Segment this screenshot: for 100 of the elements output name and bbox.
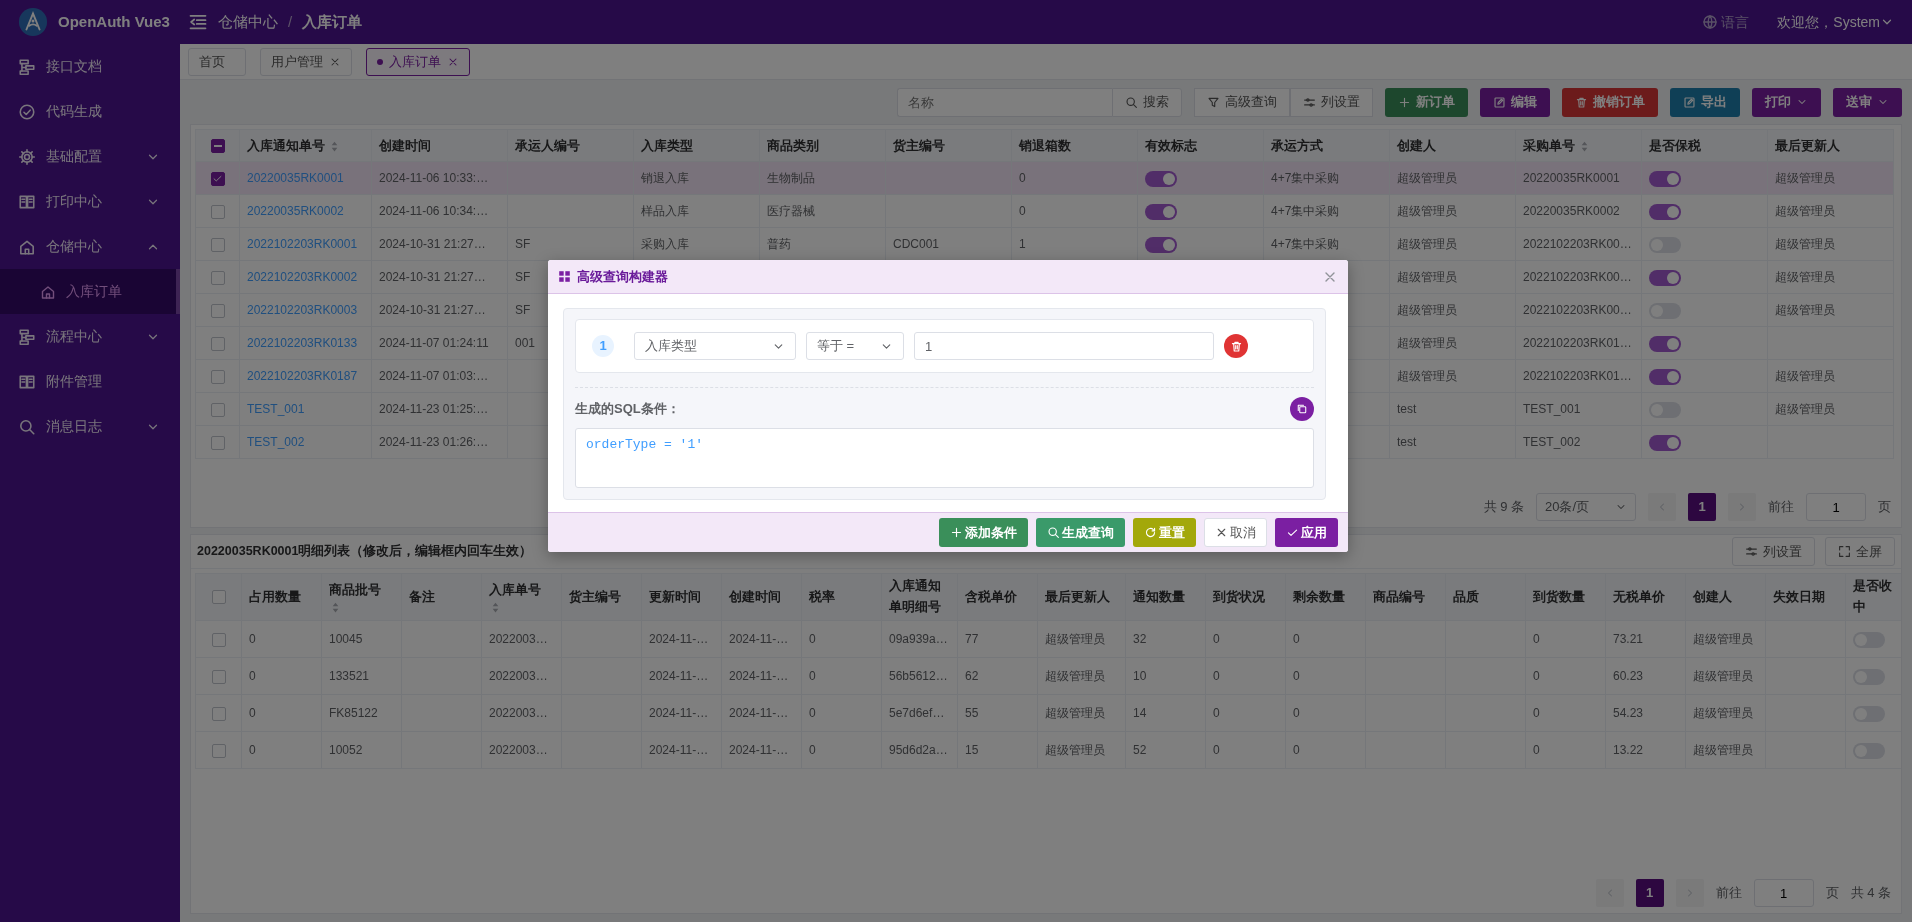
plus-icon (950, 526, 963, 539)
column-header: 是否收中 (1853, 578, 1892, 614)
toggle-switch[interactable] (1145, 203, 1177, 220)
menu-fold-button[interactable] (188, 12, 208, 32)
table-cell: 0 (1293, 632, 1300, 646)
table-cell: 4+7集中采购 (1271, 204, 1340, 218)
toggle-switch[interactable] (1649, 434, 1681, 451)
toggle-switch[interactable] (1145, 170, 1177, 187)
column-header: 剩余数量 (1293, 588, 1345, 604)
add-condition-button[interactable]: 添加条件 (939, 518, 1028, 547)
column-settings-button[interactable]: 列设置 (1290, 87, 1373, 117)
breadcrumb-item[interactable]: 仓储中心 (218, 10, 278, 34)
checkbox[interactable] (210, 435, 225, 450)
sidebar-item[interactable]: 消息日志 (0, 404, 180, 449)
edit-button[interactable]: 编辑 (1480, 87, 1550, 117)
tab[interactable]: 首页 (188, 47, 246, 76)
apply-button[interactable]: 应用 (1275, 518, 1338, 547)
checkbox[interactable] (210, 402, 225, 417)
table-cell: 32 (1133, 632, 1147, 646)
table-cell: 2022102203RK00… (1523, 270, 1632, 284)
cancel-button[interactable]: 取消 (1204, 518, 1267, 547)
sidebar-item[interactable]: 仓储中心 (0, 224, 180, 269)
sidebar-item[interactable]: 附件管理 (0, 359, 180, 404)
sidebar-item[interactable]: 代码生成 (0, 89, 180, 134)
table-cell: 09a939a… (889, 632, 948, 646)
checkbox[interactable] (210, 336, 225, 351)
checkbox[interactable] (210, 237, 225, 252)
order-link[interactable]: TEST_002 (247, 435, 305, 449)
field-dropdown[interactable]: 入库类型 (634, 332, 796, 360)
table-cell: 超级管理员 (1397, 303, 1457, 317)
goto-label: 前往 (1715, 884, 1742, 903)
sidebar-item[interactable]: 入库订单 (0, 269, 180, 314)
toggle-switch[interactable] (1649, 170, 1681, 187)
checkbox[interactable] (211, 706, 226, 721)
checkbox[interactable] (211, 669, 226, 684)
value-field[interactable]: 1 (914, 332, 1214, 360)
page-input[interactable]: 1 (1806, 493, 1866, 521)
toggle-switch[interactable] (1649, 368, 1681, 385)
sidebar-item[interactable]: 打印中心 (0, 179, 180, 224)
sidebar-item[interactable]: 接口文档 (0, 44, 180, 89)
table-cell: 0 (249, 706, 256, 720)
sidebar-item[interactable]: 基础配置 (0, 134, 180, 179)
tab[interactable]: 入库订单 (366, 47, 470, 76)
toggle-switch[interactable] (1145, 236, 1177, 253)
page-size-select[interactable]: 20条/页 (1536, 493, 1636, 521)
column-header: 商品类别 (767, 137, 819, 153)
table-cell: 56b5612… (889, 669, 948, 683)
toggle-switch[interactable] (1649, 203, 1681, 220)
operator-dropdown[interactable]: 等于 = (806, 332, 904, 360)
copy-button[interactable] (1290, 397, 1314, 421)
advanced-query-button[interactable]: 高级查询 (1194, 87, 1290, 117)
table-cell: 0 (1533, 632, 1540, 646)
table-cell: 2022102203RK00… (1523, 303, 1632, 317)
column-header: 创建时间 (379, 137, 431, 153)
sql-field[interactable]: orderType = '1' (575, 428, 1314, 488)
page-button[interactable]: 1 (1635, 879, 1664, 907)
table-cell: 0 (1293, 669, 1300, 683)
order-link[interactable]: TEST_001 (247, 402, 305, 416)
checkbox[interactable] (211, 743, 226, 758)
dropdown-button[interactable]: 打印 (1752, 87, 1821, 117)
checkbox[interactable] (210, 303, 225, 318)
table-cell: 10 (1133, 669, 1147, 683)
toggle-switch[interactable] (1649, 335, 1681, 352)
table-cell: TEST_002 (1523, 435, 1581, 449)
sidebar-item[interactable]: 流程中心 (0, 314, 180, 359)
table-cell: 001 (515, 336, 536, 350)
export-button[interactable]: 导出 (1670, 87, 1740, 117)
toggle-switch[interactable] (1649, 269, 1681, 286)
checkbox[interactable] (210, 369, 225, 384)
column-header: 创建人 (1693, 588, 1732, 604)
search-field[interactable]: 名称 (897, 87, 1112, 117)
checkbox[interactable] (210, 171, 225, 186)
reset-button[interactable]: 重置 (1133, 518, 1196, 547)
page-input[interactable]: 1 (1753, 879, 1814, 907)
page-button[interactable]: 1 (1688, 493, 1716, 521)
table-cell: 超级管理员 (1775, 303, 1835, 317)
table-cell: 133521 (329, 669, 370, 683)
column-settings-button[interactable]: 列设置 (1732, 537, 1815, 566)
table-cell: 13.22 (1613, 743, 1644, 757)
cancel-order-button[interactable]: 撤销订单 (1562, 87, 1658, 117)
new-order-button[interactable]: 新订单 (1385, 87, 1468, 117)
table-cell: FK85122 (329, 706, 378, 720)
checkbox[interactable] (211, 590, 226, 605)
search-button[interactable]: 搜索 (1112, 87, 1182, 117)
column-header: 货主编号 (893, 137, 945, 153)
table-cell: 55 (965, 706, 979, 720)
table-cell: 0 (1293, 706, 1300, 720)
delete-button[interactable] (1224, 334, 1248, 358)
dropdown-button[interactable]: 送审 (1833, 87, 1902, 117)
language-button[interactable]: 语言 (1702, 11, 1750, 33)
checkbox[interactable] (211, 632, 226, 647)
checkbox[interactable] (210, 270, 225, 285)
table-cell: 4+7集中采购 (1271, 237, 1340, 251)
checkbox[interactable] (210, 139, 225, 154)
tab[interactable]: 用户管理 (260, 47, 352, 76)
table-cell: 超级管理员 (1775, 369, 1835, 383)
checkbox[interactable] (210, 204, 225, 219)
user-menu[interactable]: 欢迎您，System (1777, 11, 1894, 33)
fullscreen-button[interactable]: 全屏 (1825, 537, 1895, 566)
generate-query-button[interactable]: 生成查询 (1036, 518, 1125, 547)
